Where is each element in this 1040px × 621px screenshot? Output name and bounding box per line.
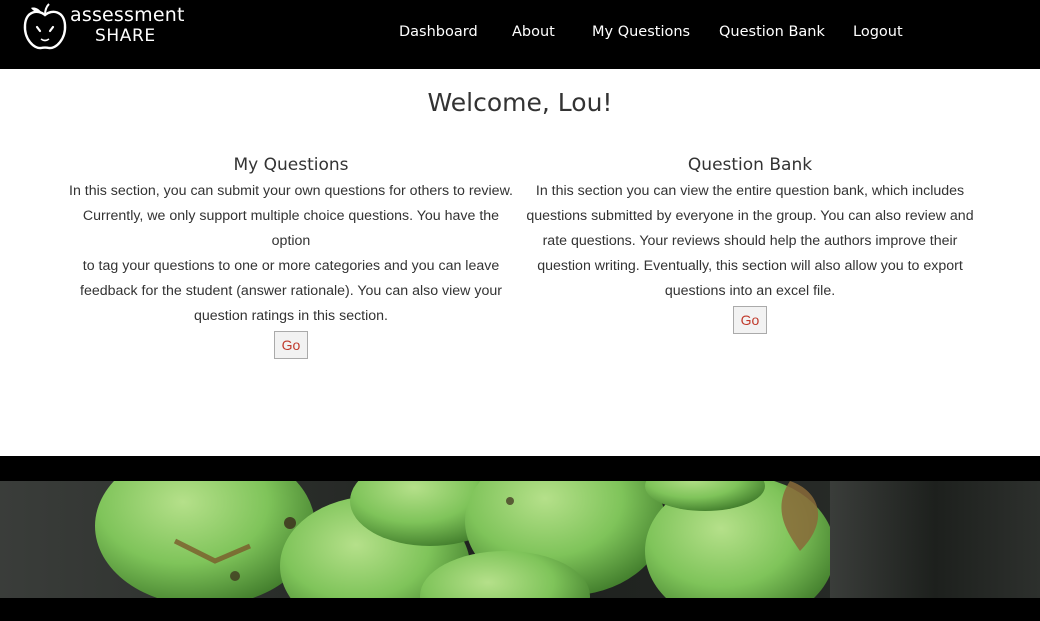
welcome-heading: Welcome, Lou! [427,88,613,117]
section-title: My Questions [233,155,349,175]
description-line: feedback for the student (answer rationa… [80,283,502,299]
description-line: to tag your questions to one or more cat… [82,258,500,274]
section-title: Question Bank [687,155,813,175]
description-line: questions into an excel file. [664,283,836,299]
nav-about[interactable]: About [512,24,555,40]
top-navbar: assessment SHARE Dashboard About My Ques… [0,0,1040,69]
description-line: question ratings in this section. [193,308,388,324]
description-line: Currently, we only support multiple choi… [82,208,500,249]
apple-icon [23,3,67,50]
my-questions-go-button[interactable]: Go [274,331,308,359]
nav-dashboard[interactable]: Dashboard [399,24,478,40]
green-apples-image [0,481,1040,598]
brand-subtitle: SHARE [95,26,156,46]
description-line: rate questions. Your reviews should help… [542,233,958,249]
brand-logo[interactable]: assessment SHARE [22,3,192,53]
section-description: In this section you can view the entire … [525,179,975,304]
question-bank-section: Question Bank In this section you can vi… [525,155,975,334]
section-description: In this section, you can submit your own… [66,179,516,329]
description-line: question writing. Eventually, this secti… [537,258,963,274]
question-bank-go-button[interactable]: Go [733,306,767,334]
nav-question-bank[interactable]: Question Bank [719,24,825,40]
footer-banner [0,456,1040,621]
description-line: questions submitted by everyone in the g… [526,208,974,224]
description-line: In this section you can view the entire … [535,183,965,199]
nav-logout[interactable]: Logout [853,24,903,40]
description-line: In this section, you can submit your own… [69,183,513,199]
my-questions-section: My Questions In this section, you can su… [66,155,516,359]
nav-my-questions[interactable]: My Questions [592,24,690,40]
brand-name: assessment [70,4,185,26]
